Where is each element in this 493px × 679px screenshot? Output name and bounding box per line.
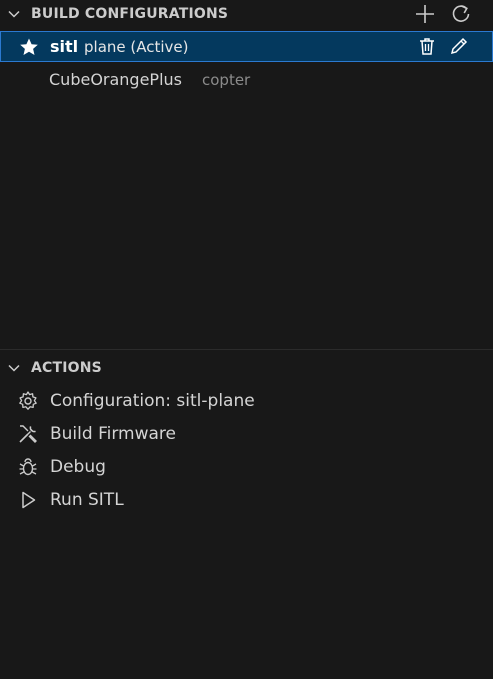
config-item-cubeorangeplus[interactable]: CubeOrangePlus copter <box>0 64 493 95</box>
play-icon <box>17 489 39 511</box>
build-configurations-panel: BUILD CONFIGURATIONS sitl plane (Active) <box>0 0 493 349</box>
trash-icon <box>420 38 434 55</box>
config-description: plane (Active) <box>84 37 189 56</box>
gear-icon <box>17 390 39 412</box>
build-configurations-header[interactable]: BUILD CONFIGURATIONS <box>0 0 493 28</box>
section-title: ACTIONS <box>31 360 102 376</box>
config-item-sitl[interactable]: sitl plane (Active) <box>0 31 493 62</box>
action-label: Build Firmware <box>50 423 176 444</box>
section-title: BUILD CONFIGURATIONS <box>31 6 229 22</box>
plus-icon <box>416 5 434 23</box>
bug-icon <box>17 456 39 478</box>
action-configuration[interactable]: Configuration: sitl-plane <box>0 384 493 417</box>
action-label: Debug <box>50 456 106 477</box>
add-configuration-button[interactable] <box>413 2 437 26</box>
config-name: sitl <box>50 37 79 56</box>
pencil-icon <box>450 37 468 55</box>
delete-configuration-button[interactable] <box>416 35 438 57</box>
chevron-down-icon[interactable] <box>7 7 21 21</box>
row-actions <box>416 35 470 57</box>
action-build-firmware[interactable]: Build Firmware <box>0 417 493 450</box>
config-name: CubeOrangePlus <box>49 70 182 89</box>
actions-header[interactable]: ACTIONS <box>0 354 493 382</box>
edit-configuration-button[interactable] <box>448 35 470 57</box>
actions-panel: ACTIONS Configuration: sitl-plane Build … <box>0 349 493 679</box>
header-actions <box>413 2 473 26</box>
action-label: Run SITL <box>50 489 124 510</box>
action-debug[interactable]: Debug <box>0 450 493 483</box>
chevron-down-icon[interactable] <box>7 361 21 375</box>
action-run-sitl[interactable]: Run SITL <box>0 483 493 516</box>
refresh-button[interactable] <box>449 2 473 26</box>
tools-icon <box>17 423 39 445</box>
action-label: Configuration: sitl-plane <box>50 390 255 411</box>
config-description: copter <box>202 70 251 89</box>
star-icon <box>19 37 39 57</box>
refresh-icon <box>452 5 470 22</box>
